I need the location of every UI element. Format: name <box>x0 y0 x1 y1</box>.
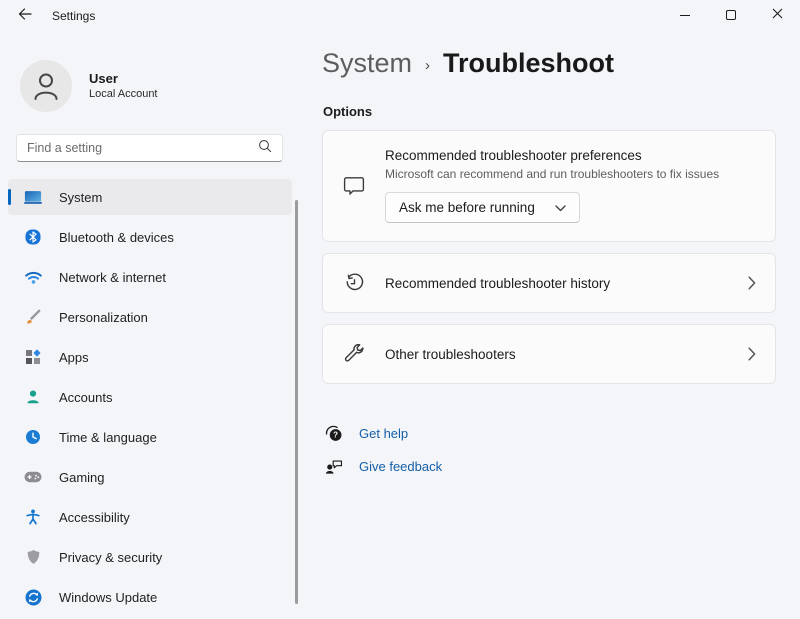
give-feedback-row: Give feedback <box>325 457 442 475</box>
shield-icon <box>24 548 42 566</box>
sidebar-item-label: System <box>59 190 102 205</box>
bluetooth-icon <box>24 228 42 246</box>
accessibility-icon <box>24 508 42 526</box>
card-subtitle: Microsoft can recommend and run troubles… <box>385 167 719 181</box>
pref-content: Recommended troubleshooter preferences M… <box>385 131 719 241</box>
sidebar-item-bluetooth-devices[interactable]: Bluetooth & devices <box>8 219 292 255</box>
card-other-troubleshooters[interactable]: Other troubleshooters <box>322 324 776 384</box>
get-help-link[interactable]: Get help <box>359 426 408 441</box>
card-troubleshooter-history[interactable]: Recommended troubleshooter history <box>322 253 776 313</box>
page-title: Troubleshoot <box>443 48 614 79</box>
sidebar-item-label: Accessibility <box>59 510 130 525</box>
troubleshooter-preference-dropdown[interactable]: Ask me before running <box>385 192 580 223</box>
breadcrumb: System › Troubleshoot <box>322 48 614 79</box>
maximize-icon <box>726 10 736 20</box>
give-feedback-link[interactable]: Give feedback <box>359 459 442 474</box>
sidebar-item-personalization[interactable]: Personalization <box>8 299 292 335</box>
breadcrumb-separator: › <box>425 54 430 74</box>
search-icon <box>258 139 272 158</box>
help-icon: ? <box>325 425 343 442</box>
sidebar-item-label: Accounts <box>59 390 112 405</box>
history-icon <box>323 273 385 294</box>
feedback-icon <box>325 458 343 475</box>
personalization-icon <box>24 308 42 326</box>
sidebar-item-accounts[interactable]: Accounts <box>8 379 292 415</box>
search-box[interactable] <box>16 134 283 162</box>
gaming-icon <box>24 468 42 486</box>
titlebar: Settings <box>0 0 800 32</box>
minimize-button[interactable] <box>662 0 708 30</box>
dropdown-value: Ask me before running <box>399 200 535 215</box>
sidebar-item-label: Windows Update <box>59 590 157 605</box>
sidebar-item-accessibility[interactable]: Accessibility <box>8 499 292 535</box>
network-icon <box>24 268 42 286</box>
user-name: User <box>89 70 158 87</box>
person-icon <box>31 70 61 102</box>
user-info: User Local Account <box>89 70 158 102</box>
search-input[interactable] <box>27 141 258 155</box>
back-button[interactable] <box>10 2 40 30</box>
windows-update-icon <box>24 588 42 606</box>
sidebar-item-label: Privacy & security <box>59 550 162 565</box>
chevron-right-icon <box>748 347 756 361</box>
svg-text:?: ? <box>333 430 338 439</box>
section-label-options: Options <box>323 104 372 119</box>
user-account-type: Local Account <box>89 87 158 102</box>
card-title: Recommended troubleshooter history <box>385 276 748 291</box>
chevron-down-icon <box>555 200 566 215</box>
sidebar-item-gaming[interactable]: Gaming <box>8 459 292 495</box>
get-help-row: ? Get help <box>325 424 442 442</box>
wrench-icon <box>323 344 385 365</box>
user-account[interactable]: User Local Account <box>20 60 158 112</box>
time-language-icon <box>24 428 42 446</box>
back-arrow-icon <box>18 7 32 25</box>
breadcrumb-system[interactable]: System <box>322 48 412 79</box>
accounts-icon <box>24 388 42 406</box>
sidebar: User Local Account System <box>0 32 300 611</box>
app-title: Settings <box>52 9 95 23</box>
apps-icon <box>24 348 42 366</box>
sidebar-item-label: Network & internet <box>59 270 166 285</box>
footer-links: ? Get help Give feedback <box>325 424 442 490</box>
chevron-right-icon <box>748 276 756 290</box>
sidebar-item-windows-update[interactable]: Windows Update <box>8 579 292 615</box>
card-recommended-preferences: Recommended troubleshooter preferences M… <box>322 130 776 242</box>
sidebar-item-label: Apps <box>59 350 89 365</box>
close-icon <box>772 6 783 24</box>
sidebar-scrollbar[interactable] <box>295 200 298 604</box>
minimize-icon <box>680 15 690 16</box>
system-icon <box>24 188 42 206</box>
sidebar-nav: System Bluetooth & devices Network & int… <box>8 179 292 619</box>
sidebar-item-network-internet[interactable]: Network & internet <box>8 259 292 295</box>
close-button[interactable] <box>754 0 800 30</box>
sidebar-item-system[interactable]: System <box>8 179 292 215</box>
sidebar-item-label: Personalization <box>59 310 148 325</box>
sidebar-item-apps[interactable]: Apps <box>8 339 292 375</box>
avatar <box>20 60 72 112</box>
options-cards: Recommended troubleshooter preferences M… <box>322 130 776 395</box>
window-controls <box>662 0 800 30</box>
maximize-button[interactable] <box>708 0 754 30</box>
message-icon <box>323 131 385 241</box>
sidebar-item-label: Bluetooth & devices <box>59 230 174 245</box>
sidebar-item-label: Gaming <box>59 470 105 485</box>
card-title: Other troubleshooters <box>385 347 748 362</box>
card-title: Recommended troubleshooter preferences <box>385 148 719 163</box>
sidebar-item-privacy-security[interactable]: Privacy & security <box>8 539 292 575</box>
sidebar-item-time-language[interactable]: Time & language <box>8 419 292 455</box>
sidebar-item-label: Time & language <box>59 430 157 445</box>
